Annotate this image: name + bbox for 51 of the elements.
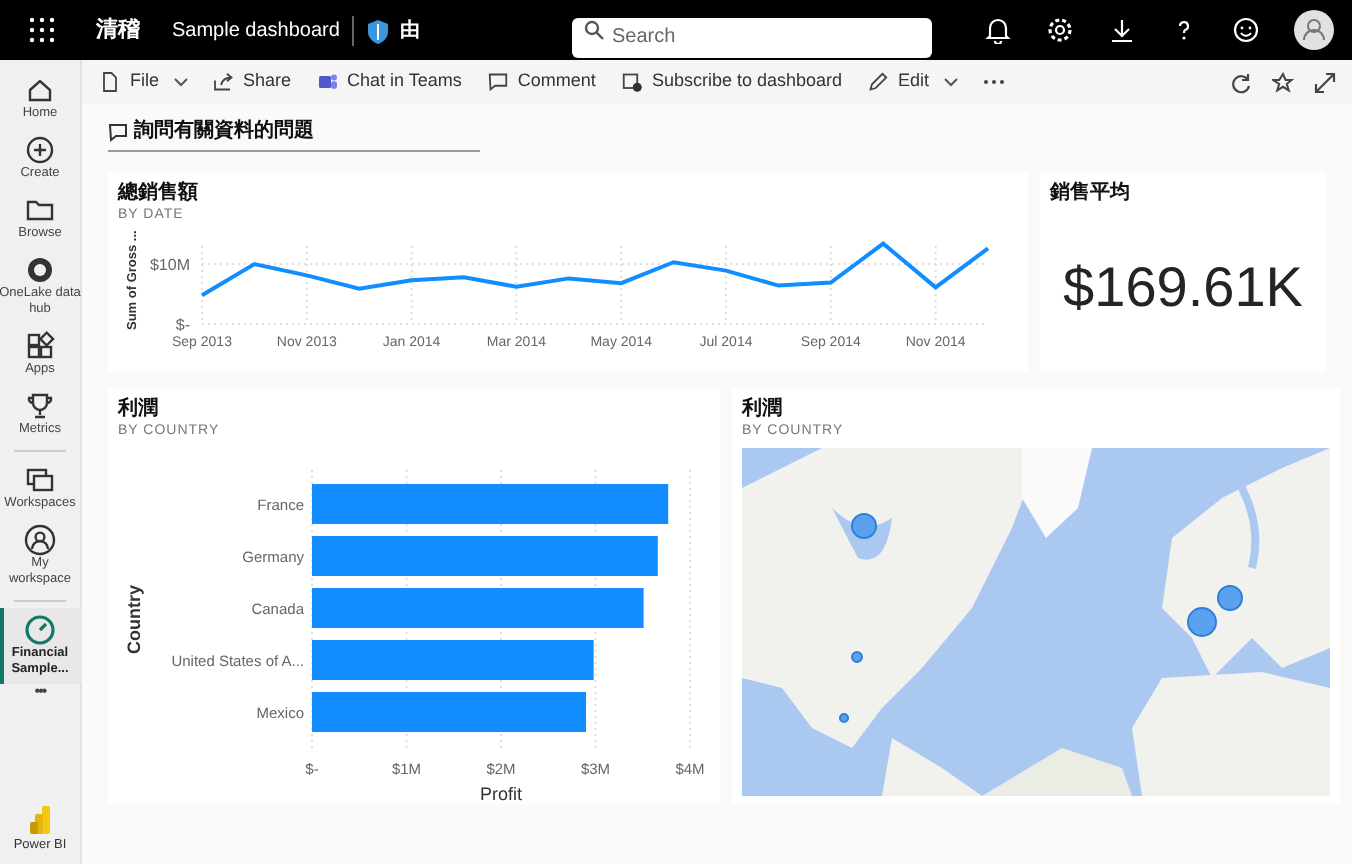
trophy-icon (24, 390, 56, 422)
smiley-icon (1232, 16, 1260, 44)
pencil-button[interactable]: Edit (866, 68, 958, 96)
avatar-icon (1294, 10, 1334, 50)
tile-title: 利潤 (118, 398, 160, 422)
map-bubble (838, 712, 850, 724)
apps-icon (24, 330, 56, 362)
axis-title: Country (124, 585, 144, 654)
tile-title: 利潤 (742, 398, 784, 422)
share-icon (211, 70, 236, 94)
map-bubble (849, 649, 863, 663)
axis-title: Profit (480, 784, 522, 804)
comment-button[interactable]: Comment (485, 68, 596, 96)
pencil-icon (866, 70, 890, 94)
workspaces-icon (24, 464, 56, 496)
share-button[interactable]: Share (211, 68, 292, 96)
subscribe-icon (619, 70, 644, 94)
card-value: $169.61K (1061, 254, 1305, 322)
tile-title: 總銷售額 (118, 182, 200, 206)
comment-icon (485, 70, 510, 94)
shield-icon (365, 17, 390, 43)
question-field[interactable]: 詢問有關資料的問題 (108, 116, 480, 152)
refresh-icon (1230, 71, 1252, 93)
teams-button[interactable]: Chat in Teams (315, 68, 462, 96)
tile-title: 銷售平均 (1050, 182, 1132, 206)
search-icon (584, 20, 604, 40)
download-icon (1108, 16, 1136, 44)
more-button[interactable]: ••• (34, 684, 46, 700)
app-launcher-icon (28, 16, 56, 44)
logo-icon (28, 804, 52, 837)
file-button[interactable]: File (98, 68, 188, 96)
search-field[interactable]: Search (572, 17, 932, 57)
home-icon (24, 74, 56, 106)
sensitivity-label[interactable]: 由 (399, 15, 420, 45)
axis-label: $10M (149, 256, 190, 274)
subscribe-button[interactable]: Subscribe to dashboard (619, 68, 842, 96)
file-icon (98, 70, 122, 94)
teams-icon (315, 70, 340, 94)
report-title[interactable]: Sample dashboard (172, 15, 354, 45)
map-bubble (1186, 606, 1218, 638)
fullscreen-icon (1314, 71, 1336, 93)
more-icon (981, 78, 1006, 86)
settings-icon (1046, 16, 1074, 44)
star-icon (1272, 71, 1294, 93)
gauge-icon (24, 614, 56, 646)
plus-icon (24, 134, 56, 166)
app-title: 清稽 (96, 15, 140, 46)
person-icon (24, 524, 56, 556)
axis-label: $- (175, 316, 190, 334)
notification-icon (984, 16, 1012, 44)
comment-icon (108, 121, 128, 141)
